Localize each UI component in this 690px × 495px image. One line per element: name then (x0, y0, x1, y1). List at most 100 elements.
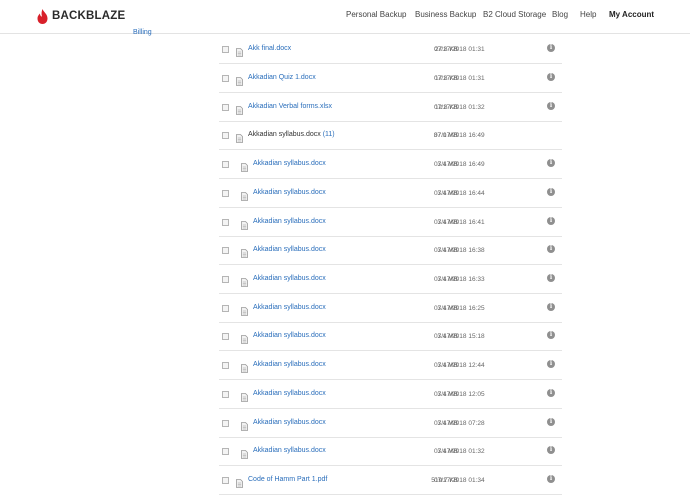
row-checkbox[interactable] (222, 132, 229, 139)
file-name[interactable]: Akkadian syllabus.docx (253, 361, 326, 368)
file-name[interactable]: Akkadian Quiz 1.docx (248, 74, 316, 81)
file-icon (241, 303, 248, 321)
file-name-text: Akkadian Verbal forms.xlsx (248, 103, 333, 110)
file-row[interactable]: Akkadian syllabus.docx 3.4 MB 07/17/2018 0… (219, 409, 562, 438)
file-icon (241, 274, 248, 292)
file-row[interactable]: Akkadian syllabus.docx 3.4 MB 07/17/2018 1… (219, 380, 562, 409)
nav-blog[interactable]: Blog (552, 10, 568, 19)
nav-personal-backup[interactable]: Personal Backup (346, 10, 406, 19)
file-row[interactable]: Akkadian syllabus.docx 3.4 MB 07/17/2018 1… (219, 322, 562, 351)
info-icon[interactable]: i (547, 274, 555, 282)
file-icon (236, 102, 243, 120)
file-date: 07/17/2018 16:44 (434, 190, 485, 197)
file-row[interactable]: Akkadian syllabus.docx 3.4 MB 07/17/2018 1… (219, 265, 562, 294)
file-name[interactable]: Akkadian syllabus.docx (253, 419, 326, 426)
row-checkbox[interactable] (222, 305, 229, 312)
file-row[interactable]: Akkadian syllabus.docx 3.4 MB 07/17/2018 1… (219, 351, 562, 380)
file-date: 07/17/2018 01:31 (434, 75, 485, 82)
row-checkbox[interactable] (222, 190, 229, 197)
file-icon (241, 245, 248, 263)
file-name[interactable]: Akkadian syllabus.docx (253, 189, 326, 196)
file-name[interactable]: Akkadian syllabus.docx (253, 218, 326, 225)
file-name[interactable]: Akkadian syllabus.docx (253, 390, 326, 397)
file-name[interactable]: Akkadian syllabus.docx (253, 275, 326, 282)
nav-business-backup[interactable]: Business Backup (415, 10, 476, 19)
file-row[interactable]: Akkadian syllabus.docx 3.4 MB 07/17/2018 1… (219, 179, 562, 208)
row-checkbox[interactable] (222, 448, 229, 455)
file-name-text: Akkadian syllabus.docx (253, 160, 326, 167)
info-icon[interactable]: i (547, 217, 555, 225)
info-icon[interactable]: i (547, 44, 555, 52)
file-name[interactable]: Akk final.docx (248, 45, 291, 52)
row-checkbox[interactable] (222, 391, 229, 398)
row-checkbox[interactable] (222, 362, 229, 369)
sidebar-link-billing[interactable]: Billing (133, 29, 152, 36)
file-date: 07/17/2018 16:49 (434, 161, 485, 168)
file-row[interactable]: Akkadian Verbal forms.xlsx 12.8 KB 07/17/2… (219, 93, 562, 122)
file-icon (241, 418, 248, 436)
file-date: 07/17/2018 12:05 (434, 391, 485, 398)
info-icon[interactable]: i (547, 188, 555, 196)
file-name[interactable]: Akkadian syllabus.docx (253, 246, 326, 253)
info-icon[interactable]: i (547, 418, 555, 426)
file-name[interactable]: Akkadian Verbal forms.xlsx (248, 103, 332, 110)
version-count[interactable]: (11) (321, 131, 335, 138)
row-checkbox[interactable] (222, 161, 229, 168)
info-icon[interactable]: i (547, 303, 555, 311)
nav-help[interactable]: Help (580, 10, 596, 19)
file-date: 07/17/2018 07:28 (434, 420, 485, 427)
file-name-text: Akkadian syllabus.docx (253, 419, 326, 426)
file-name-text: Akkadian syllabus.docx (253, 361, 326, 368)
file-icon (241, 217, 248, 235)
info-icon[interactable]: i (547, 360, 555, 368)
file-date: 07/17/2018 15:18 (434, 333, 485, 340)
info-icon[interactable]: i (547, 245, 555, 253)
file-row[interactable]: Akkadian syllabus.docx 3.4 MB 07/17/2018 1… (219, 236, 562, 265)
info-icon[interactable]: i (547, 102, 555, 110)
file-icon (241, 331, 248, 349)
info-icon[interactable]: i (547, 73, 555, 81)
row-checkbox[interactable] (222, 104, 229, 111)
backblaze-logo[interactable]: BACKBLAZE (37, 7, 125, 25)
file-row[interactable]: Akkadian syllabus.docx 3.4 MB 07/17/2018 1… (219, 150, 562, 179)
file-name-text: Akkadian syllabus.docx (253, 189, 326, 196)
file-name[interactable]: Akkadian syllabus.docx (253, 332, 326, 339)
file-icon (236, 73, 243, 91)
row-checkbox[interactable] (222, 46, 229, 53)
file-icon (236, 475, 243, 493)
file-name-text: Akkadian syllabus.docx (253, 390, 326, 397)
file-name[interactable]: Akkadian syllabus.docx (11) (248, 131, 335, 138)
file-date: 07/17/2018 16:41 (434, 219, 485, 226)
row-checkbox[interactable] (222, 75, 229, 82)
info-icon[interactable]: i (547, 446, 555, 454)
file-name[interactable]: Akkadian syllabus.docx (253, 304, 326, 311)
info-icon[interactable]: i (547, 159, 555, 167)
row-checkbox[interactable] (222, 420, 229, 427)
row-checkbox[interactable] (222, 247, 229, 254)
row-checkbox[interactable] (222, 477, 229, 484)
file-row[interactable]: Akkadian syllabus.docx (11) 37.0 MB 07/17/… (219, 121, 562, 150)
nav-my-account[interactable]: My Account (609, 10, 654, 19)
file-row[interactable]: Code of Hamm Part 1.pdf 519.7 KB 07/17/201… (219, 466, 562, 495)
row-checkbox[interactable] (222, 333, 229, 340)
file-icon (241, 360, 248, 378)
row-checkbox[interactable] (222, 276, 229, 283)
file-name[interactable]: Akkadian syllabus.docx (253, 447, 326, 454)
file-date: 07/17/2018 01:32 (434, 448, 485, 455)
file-icon (241, 446, 248, 464)
file-row[interactable]: Akkadian Quiz 1.docx 17.8 KB 07/17/2018 01… (219, 64, 562, 93)
info-icon[interactable]: i (547, 331, 555, 339)
file-name-text: Akkadian syllabus.docx (253, 304, 326, 311)
info-icon[interactable]: i (547, 389, 555, 397)
nav-b2-cloud-storage[interactable]: B2 Cloud Storage (483, 10, 546, 19)
file-date: 07/17/2018 01:31 (434, 46, 485, 53)
row-checkbox[interactable] (222, 219, 229, 226)
file-icon (241, 159, 248, 177)
file-row[interactable]: Akkadian syllabus.docx 3.4 MB 07/17/2018 1… (219, 294, 562, 323)
file-name[interactable]: Akkadian syllabus.docx (253, 160, 326, 167)
file-row[interactable]: Akkadian syllabus.docx 3.4 MB 07/17/2018 0… (219, 437, 562, 466)
file-name-text: Akkadian Quiz 1.docx (248, 74, 316, 81)
file-row[interactable]: Akk final.docx 27.8 KB 07/17/2018 01:31 i (219, 35, 562, 64)
file-row[interactable]: Akkadian syllabus.docx 3.4 MB 07/17/2018 1… (219, 208, 562, 237)
file-date: 07/17/2018 01:32 (434, 104, 485, 111)
